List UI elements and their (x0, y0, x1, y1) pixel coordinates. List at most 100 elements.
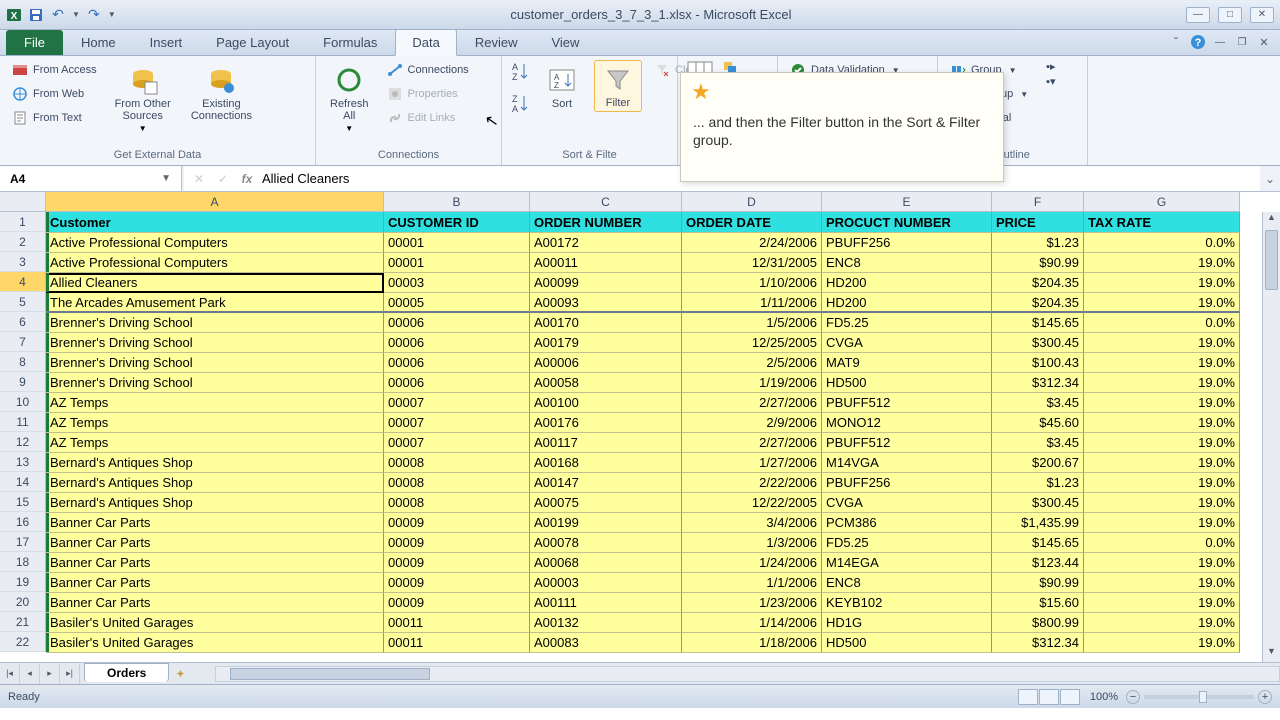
data-cell[interactable]: $204.35 (992, 293, 1084, 313)
data-cell[interactable]: 19.0% (1084, 273, 1240, 293)
data-cell[interactable]: 00009 (384, 553, 530, 573)
row-header-13[interactable]: 13 (0, 452, 46, 472)
data-cell[interactable]: 00011 (384, 613, 530, 633)
data-cell[interactable]: PCM386 (822, 513, 992, 533)
data-cell[interactable]: 12/25/2005 (682, 333, 822, 353)
data-cell[interactable]: 00008 (384, 453, 530, 473)
row-header-2[interactable]: 2 (0, 232, 46, 252)
data-cell[interactable]: 00005 (384, 293, 530, 313)
row-header-3[interactable]: 3 (0, 252, 46, 272)
data-cell[interactable]: MAT9 (822, 353, 992, 373)
data-cell[interactable]: A00068 (530, 553, 682, 573)
data-cell[interactable]: $3.45 (992, 433, 1084, 453)
data-cell[interactable]: CVGA (822, 333, 992, 353)
page-break-view-icon[interactable] (1060, 689, 1080, 705)
data-cell[interactable]: $3.45 (992, 393, 1084, 413)
data-cell[interactable]: Brenner's Driving School (46, 333, 384, 353)
data-cell[interactable]: HD500 (822, 633, 992, 653)
row-header-14[interactable]: 14 (0, 472, 46, 492)
data-cell[interactable]: 1/1/2006 (682, 573, 822, 593)
data-cell[interactable]: 2/5/2006 (682, 353, 822, 373)
data-cell[interactable]: Banner Car Parts (46, 553, 384, 573)
save-icon[interactable] (28, 7, 44, 23)
data-cell[interactable]: 2/9/2006 (682, 413, 822, 433)
data-cell[interactable]: Basiler's United Garages (46, 613, 384, 633)
row-header-9[interactable]: 9 (0, 372, 46, 392)
data-cell[interactable]: 19.0% (1084, 613, 1240, 633)
data-cell[interactable]: FD5.25 (822, 313, 992, 333)
refresh-all-button[interactable]: Refresh All▼ (324, 60, 375, 137)
row-header-20[interactable]: 20 (0, 592, 46, 612)
header-cell[interactable]: TAX RATE (1084, 212, 1240, 233)
data-cell[interactable]: A00168 (530, 453, 682, 473)
data-cell[interactable]: 19.0% (1084, 493, 1240, 513)
data-cell[interactable]: $300.45 (992, 493, 1084, 513)
data-cell[interactable]: 1/19/2006 (682, 373, 822, 393)
data-cell[interactable]: A00172 (530, 233, 682, 253)
data-cell[interactable]: 00001 (384, 253, 530, 273)
data-cell[interactable]: A00006 (530, 353, 682, 373)
normal-view-icon[interactable] (1018, 689, 1038, 705)
sheet-tab-orders[interactable]: Orders (84, 663, 169, 682)
data-cell[interactable]: $123.44 (992, 553, 1084, 573)
maximize-button[interactable]: □ (1218, 7, 1242, 23)
column-header-D[interactable]: D (682, 192, 822, 212)
horizontal-scrollbar[interactable] (215, 666, 1280, 682)
data-cell[interactable]: A00011 (530, 253, 682, 273)
data-cell[interactable]: HD500 (822, 373, 992, 393)
new-sheet-icon[interactable]: ✦ (175, 667, 185, 681)
zoom-in-icon[interactable]: + (1258, 690, 1272, 704)
data-cell[interactable]: A00083 (530, 633, 682, 653)
header-cell[interactable]: CUSTOMER ID (384, 212, 530, 233)
data-cell[interactable]: Brenner's Driving School (46, 373, 384, 393)
column-header-F[interactable]: F (992, 192, 1084, 212)
data-cell[interactable]: 00009 (384, 593, 530, 613)
doc-restore-icon[interactable]: ❐ (1234, 34, 1250, 50)
column-header-B[interactable]: B (384, 192, 530, 212)
data-cell[interactable]: A00093 (530, 293, 682, 313)
row-header-11[interactable]: 11 (0, 412, 46, 432)
data-cell[interactable]: PBUFF256 (822, 233, 992, 253)
qat-customize-icon[interactable]: ▼ (108, 10, 116, 19)
data-cell[interactable]: 2/27/2006 (682, 433, 822, 453)
data-tab[interactable]: Data (395, 29, 456, 56)
hide-detail-icon[interactable]: ▪▾ (1046, 75, 1055, 88)
data-cell[interactable]: HD200 (822, 293, 992, 313)
data-cell[interactable]: 1/3/2006 (682, 533, 822, 553)
show-detail-icon[interactable]: ▪▸ (1046, 60, 1055, 73)
header-cell[interactable]: ORDER DATE (682, 212, 822, 233)
namebox-dropdown-icon[interactable]: ▼ (161, 173, 171, 184)
data-cell[interactable]: 19.0% (1084, 293, 1240, 313)
column-header-A[interactable]: A (46, 192, 384, 212)
row-header-18[interactable]: 18 (0, 552, 46, 572)
data-cell[interactable]: Active Professional Computers (46, 253, 384, 273)
header-cell[interactable]: Customer (46, 212, 384, 233)
data-cell[interactable]: 0.0% (1084, 233, 1240, 253)
data-cell[interactable]: Banner Car Parts (46, 593, 384, 613)
data-cell[interactable]: 00008 (384, 473, 530, 493)
row-header-4[interactable]: 4 (0, 272, 46, 292)
filter-button[interactable]: Filter (594, 60, 642, 112)
expand-formula-bar-icon[interactable]: ⌄ (1260, 172, 1280, 186)
zoom-out-icon[interactable]: − (1126, 690, 1140, 704)
data-cell[interactable]: The Arcades Amusement Park (46, 293, 384, 313)
data-cell[interactable]: A00111 (530, 593, 682, 613)
data-cell[interactable]: 19.0% (1084, 433, 1240, 453)
formulas-tab[interactable]: Formulas (307, 30, 393, 55)
row-header-17[interactable]: 17 (0, 532, 46, 552)
row-header-22[interactable]: 22 (0, 632, 46, 652)
page-layout-view-icon[interactable] (1039, 689, 1059, 705)
review-tab[interactable]: Review (459, 30, 534, 55)
view-tab[interactable]: View (535, 30, 595, 55)
data-cell[interactable]: $204.35 (992, 273, 1084, 293)
data-cell[interactable]: 00001 (384, 233, 530, 253)
zoom-level[interactable]: 100% (1090, 691, 1118, 703)
row-header-21[interactable]: 21 (0, 612, 46, 632)
sort-button[interactable]: AZSort (538, 60, 586, 114)
minimize-button[interactable]: — (1186, 7, 1210, 23)
data-cell[interactable]: AZ Temps (46, 393, 384, 413)
vertical-scrollbar[interactable]: ▲ ▼ (1262, 212, 1280, 662)
minimize-ribbon-icon[interactable]: ˇ (1168, 34, 1184, 50)
data-cell[interactable]: 00006 (384, 373, 530, 393)
data-cell[interactable]: ENC8 (822, 573, 992, 593)
